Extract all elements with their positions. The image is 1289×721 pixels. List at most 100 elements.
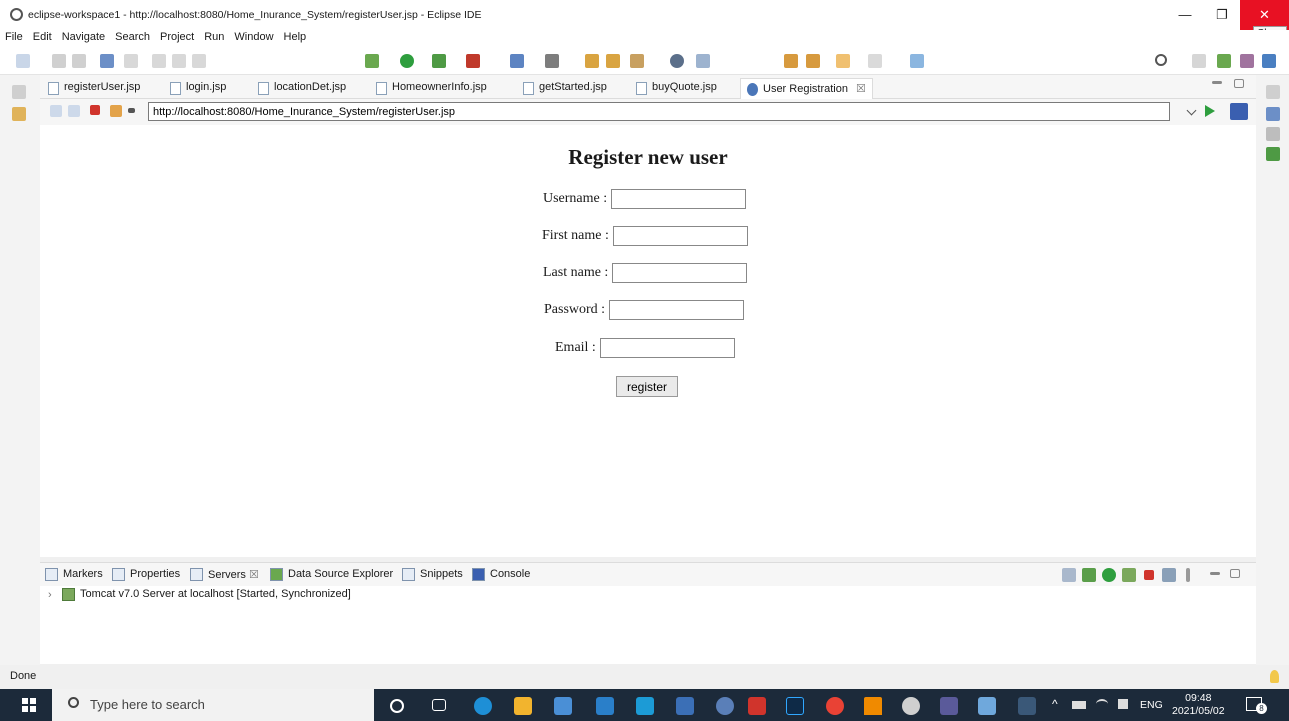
tab-user-registration[interactable]: User Registration ☒ <box>740 78 873 99</box>
minimize-panel-icon[interactable] <box>1210 572 1220 575</box>
url-field[interactable] <box>148 102 1170 121</box>
open-perspective-icon[interactable] <box>910 54 924 68</box>
coverage-icon[interactable] <box>432 54 446 68</box>
tab-snippets[interactable]: Snippets <box>402 568 463 581</box>
debug-server-icon[interactable] <box>1082 568 1096 582</box>
server-row[interactable]: › Tomcat v7.0 Server at localhost [Start… <box>48 588 351 601</box>
clock[interactable]: 09:48 2021/05/02 <box>1172 692 1225 718</box>
store-icon[interactable] <box>554 697 572 715</box>
start-server-icon[interactable] <box>1102 568 1116 582</box>
menu-window[interactable]: Window <box>229 30 278 44</box>
restore-view-icon[interactable] <box>12 85 26 99</box>
resume-icon[interactable] <box>152 54 166 68</box>
tab-getstarted-jsp[interactable]: getStarted.jsp <box>517 78 613 99</box>
tab-data-source-explorer[interactable]: Data Source Explorer <box>270 568 393 581</box>
app-icon-2[interactable] <box>978 697 996 715</box>
stop-server-icon[interactable] <box>1144 570 1154 580</box>
maximize-panel-icon[interactable] <box>1230 569 1240 578</box>
vlc-icon[interactable] <box>864 697 882 715</box>
pin-icon[interactable] <box>696 54 710 68</box>
edge-icon[interactable] <box>474 697 492 715</box>
new-icon[interactable] <box>16 54 30 68</box>
register-button[interactable]: register <box>616 376 678 397</box>
password-input[interactable] <box>609 300 745 320</box>
task-list-icon[interactable] <box>1266 127 1280 141</box>
open-type-icon[interactable] <box>585 54 599 68</box>
menu-edit[interactable]: Edit <box>28 30 57 44</box>
firstname-input[interactable] <box>612 226 748 246</box>
restore-view-icon[interactable] <box>1266 85 1280 99</box>
menu-project[interactable]: Project <box>155 30 199 44</box>
minimize-editor-icon[interactable] <box>1212 81 1222 84</box>
collapse-all-icon[interactable] <box>1062 568 1076 582</box>
acrobat-icon[interactable] <box>748 697 766 715</box>
taskbar-search-box[interactable]: Type here to search <box>52 689 374 721</box>
chrome-icon[interactable] <box>826 697 844 715</box>
external-tools-icon[interactable] <box>466 54 480 68</box>
mail-icon[interactable] <box>596 697 614 715</box>
go-icon[interactable] <box>1205 105 1215 117</box>
tab-registeruser-jsp[interactable]: registerUser.jsp <box>42 78 146 99</box>
terminal-icon[interactable] <box>100 54 114 68</box>
tab-locationdet-jsp[interactable]: locationDet.jsp <box>252 78 352 99</box>
stop-icon[interactable] <box>90 105 100 115</box>
back-icon[interactable] <box>836 54 850 68</box>
menu-navigate[interactable]: Navigate <box>57 30 110 44</box>
tab-close-icon[interactable]: ☒ <box>249 569 259 581</box>
tip-bulb-icon[interactable] <box>1270 670 1279 683</box>
run-icon[interactable] <box>400 54 414 68</box>
task-view-icon[interactable] <box>432 699 446 711</box>
mysql-workbench-icon[interactable] <box>1018 697 1036 715</box>
eclipse-taskbar-icon[interactable] <box>940 697 958 715</box>
cortana-icon[interactable] <box>390 699 404 713</box>
menu-help[interactable]: Help <box>279 30 312 44</box>
tab-login-jsp[interactable]: login.jsp <box>164 78 232 99</box>
maximize-editor-icon[interactable] <box>1234 79 1244 88</box>
arc-app-icon[interactable] <box>716 697 734 715</box>
java-perspective-icon[interactable] <box>1262 54 1276 68</box>
back-nav-icon[interactable] <box>784 54 798 68</box>
volume-icon[interactable] <box>1118 699 1128 709</box>
file-explorer-icon[interactable] <box>514 697 532 715</box>
palette-icon[interactable] <box>1266 147 1280 161</box>
annotation-icon[interactable] <box>670 54 684 68</box>
tray-chevron-icon[interactable]: ^ <box>1052 697 1058 711</box>
save-icon[interactable] <box>52 54 66 68</box>
tab-console[interactable]: Console <box>472 568 530 581</box>
restore-button[interactable]: ❐ <box>1202 0 1242 30</box>
url-history-dropdown-icon[interactable] <box>1186 105 1197 116</box>
search-toolbar-icon[interactable] <box>630 54 644 68</box>
tab-servers[interactable]: Servers ☒ <box>190 568 259 581</box>
azure-data-studio-icon[interactable] <box>636 697 654 715</box>
tab-markers[interactable]: Markers <box>45 568 103 581</box>
save-all-icon[interactable] <box>72 54 86 68</box>
open-external-browser-icon[interactable] <box>1230 103 1248 120</box>
refresh-icon[interactable] <box>110 105 122 117</box>
photoshop-icon[interactable] <box>786 697 804 715</box>
menu-run[interactable]: Run <box>199 30 229 44</box>
lastname-input[interactable] <box>612 263 748 283</box>
menu-file[interactable]: File <box>0 30 28 44</box>
debug-icon[interactable] <box>365 54 379 68</box>
terminate-icon[interactable] <box>192 54 206 68</box>
package-explorer-icon[interactable] <box>12 107 26 121</box>
minimize-button[interactable]: — <box>1165 0 1205 30</box>
expand-chevron-icon[interactable]: › <box>48 589 52 601</box>
wifi-icon[interactable] <box>1096 699 1108 709</box>
open-task-icon[interactable] <box>606 54 620 68</box>
battery-icon[interactable] <box>1072 701 1086 709</box>
settings-icon[interactable] <box>902 697 920 715</box>
forward-arrow-icon[interactable] <box>68 105 80 117</box>
email-input[interactable] <box>599 338 735 358</box>
view-menu-icon[interactable] <box>1186 568 1190 582</box>
java-ee-perspective-icon[interactable] <box>1217 54 1231 68</box>
suspend-icon[interactable] <box>172 54 186 68</box>
tab-homeownerinfo-jsp[interactable]: HomeownerInfo.jsp <box>370 78 493 99</box>
new-server-icon[interactable] <box>510 54 524 68</box>
tab-close-icon[interactable]: ☒ <box>856 83 866 95</box>
app-icon[interactable] <box>676 697 694 715</box>
tab-buyquote-jsp[interactable]: buyQuote.jsp <box>630 78 723 99</box>
profile-server-icon[interactable] <box>1122 568 1136 582</box>
language-indicator[interactable]: ENG <box>1140 699 1163 711</box>
forward-nav-icon[interactable] <box>806 54 820 68</box>
